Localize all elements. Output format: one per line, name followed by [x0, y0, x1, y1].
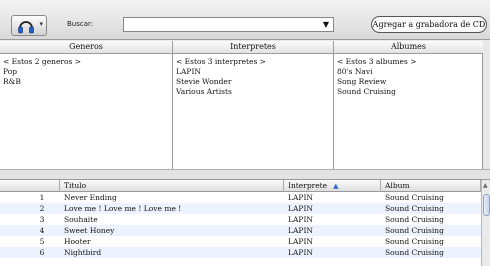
pane-splitter[interactable]: [0, 169, 490, 180]
track-title: Never Ending: [64, 193, 117, 202]
track-title: Love me ! Love me ! Love me !: [64, 204, 182, 213]
track-number: 6: [39, 248, 45, 257]
track-table-header: Titulo Interprete ▲ Album: [0, 180, 481, 192]
column-title[interactable]: Titulo: [60, 180, 284, 192]
track-album: Sound Cruising: [385, 226, 444, 235]
album-item[interactable]: Song Review: [337, 77, 483, 87]
track-album: Sound Cruising: [385, 193, 444, 202]
table-row[interactable]: 4 Sweet Honey LAPIN Sound Cruising: [0, 225, 481, 236]
track-artist: LAPIN: [288, 193, 313, 202]
table-row[interactable]: 6 Nightbird LAPIN Sound Cruising: [0, 247, 481, 258]
track-album: Sound Cruising: [385, 248, 444, 257]
track-title: Sweet Honey: [64, 226, 115, 235]
album-item[interactable]: 80's Navi: [337, 67, 483, 77]
track-number: 2: [39, 204, 45, 213]
artist-item[interactable]: Stevie Wonder: [176, 77, 333, 87]
artist-item[interactable]: LAPIN: [176, 67, 333, 77]
column-artist[interactable]: Interprete ▲: [284, 180, 381, 192]
add-to-cd-burner-button[interactable]: Agregar a grabadora de CD: [371, 16, 487, 33]
column-album[interactable]: Album: [381, 180, 481, 192]
track-artist: LAPIN: [288, 215, 313, 224]
view-options-button[interactable]: ▾: [11, 15, 47, 36]
track-title: Hooter: [64, 237, 91, 246]
track-number: 4: [39, 226, 45, 235]
artist-pane: Interpretes < Estos 3 interpretes > LAPI…: [173, 41, 334, 169]
track-artist: LAPIN: [288, 204, 313, 213]
track-number: 3: [39, 215, 45, 224]
genre-pane-header[interactable]: Generos: [0, 41, 172, 54]
artist-item[interactable]: Various Artists: [176, 87, 333, 97]
chevron-down-icon: ▾: [39, 20, 43, 28]
track-number: 1: [39, 193, 45, 202]
table-row[interactable]: 2 Love me ! Love me ! Love me ! LAPIN Sound…: [0, 203, 481, 214]
headphones-icon: [18, 21, 34, 34]
browser-panes: Generos < Estos 2 generos > Pop R&B Inte…: [0, 41, 483, 169]
table-row[interactable]: 1 Never Ending LAPIN Sound Cruising: [0, 192, 481, 203]
genre-item[interactable]: R&B: [3, 77, 172, 87]
genre-pane: Generos < Estos 2 generos > Pop R&B: [0, 41, 173, 169]
scrollbar-thumb[interactable]: [483, 194, 490, 216]
track-title: Souhaite: [64, 215, 98, 224]
album-item[interactable]: Sound Cruising: [337, 87, 483, 97]
track-table-scrollbar[interactable]: ▲: [481, 180, 490, 266]
search-combo[interactable]: ▼: [123, 17, 334, 32]
search-label: Buscar:: [67, 20, 94, 28]
genre-item[interactable]: < Estos 2 generos >: [3, 57, 172, 67]
track-title: Nightbird: [64, 248, 102, 257]
track-album: Sound Cruising: [385, 204, 444, 213]
toolbar: ▾ Buscar: ▼ Agregar a grabadora de CD: [0, 0, 490, 40]
genre-item[interactable]: Pop: [3, 67, 172, 77]
album-pane-header[interactable]: Albumes: [334, 41, 483, 54]
table-row[interactable]: 5 Hooter LAPIN Sound Cruising: [0, 236, 481, 247]
track-table: Titulo Interprete ▲ Album 1 Never Ending LA…: [0, 180, 490, 266]
artist-item[interactable]: < Estos 3 interpretes >: [176, 57, 333, 67]
track-album: Sound Cruising: [385, 237, 444, 246]
column-artist-label: Interprete: [288, 181, 328, 190]
album-item[interactable]: < Estos 3 albumes >: [337, 57, 483, 67]
search-dropdown-arrow-icon[interactable]: ▼: [323, 20, 329, 29]
track-artist: LAPIN: [288, 248, 313, 257]
column-number[interactable]: [0, 180, 60, 192]
table-row[interactable]: 3 Souhaite LAPIN Sound Cruising: [0, 214, 481, 225]
track-album: Sound Cruising: [385, 215, 444, 224]
sort-ascending-icon: ▲: [333, 182, 339, 190]
track-artist: LAPIN: [288, 226, 313, 235]
track-artist: LAPIN: [288, 237, 313, 246]
artist-pane-header[interactable]: Interpretes: [173, 41, 333, 54]
track-number: 5: [39, 237, 45, 246]
album-pane: Albumes < Estos 3 albumes > 80's Navi So…: [334, 41, 483, 169]
scroll-up-icon[interactable]: ▲: [483, 182, 488, 189]
